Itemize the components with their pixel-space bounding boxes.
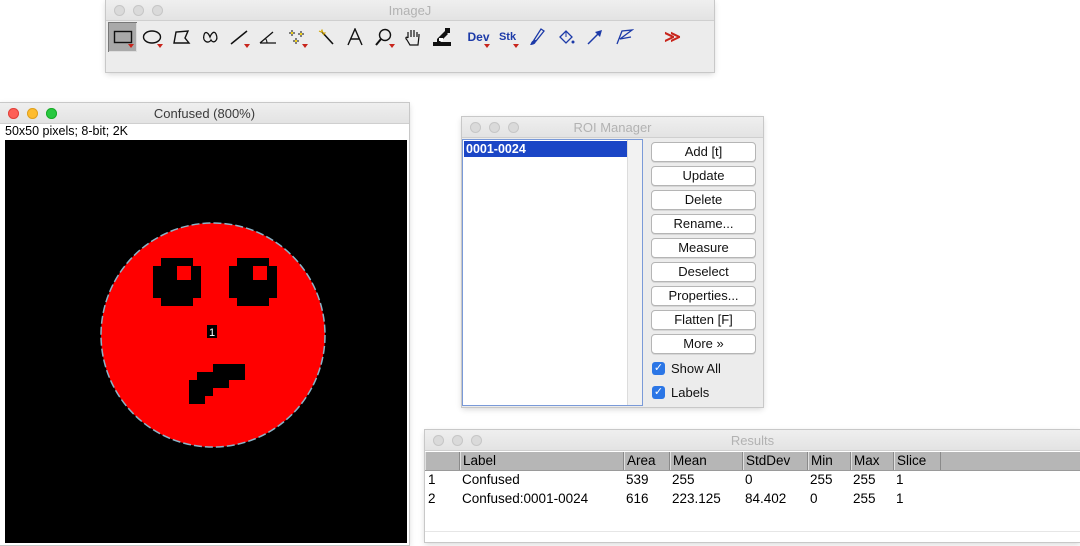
rename-button[interactable]: Rename... <box>651 214 756 234</box>
column-header-min[interactable]: Min <box>808 452 851 470</box>
row-label: Confused <box>462 472 520 487</box>
rectangle-icon <box>113 30 132 44</box>
imagej-titlebar[interactable]: ImageJ <box>106 0 714 21</box>
stk-menu-tool[interactable]: Stk <box>493 22 522 52</box>
image-title: Confused (800%) <box>153 106 256 121</box>
flood-fill-icon <box>558 30 574 44</box>
dev-menu-tool[interactable]: Dev <box>464 22 493 52</box>
roi-manager-window: ROI Manager 0001-0024 Add [t] Update Del… <box>462 117 763 407</box>
left-eye-highlight <box>177 266 191 280</box>
row-label: Confused:0001-0024 <box>462 491 589 506</box>
row-min: 0 <box>810 491 818 506</box>
angle-icon <box>259 31 276 44</box>
line-tool[interactable] <box>224 22 253 52</box>
line-icon <box>230 30 247 45</box>
row-index: 1 <box>428 472 436 487</box>
column-header-area[interactable]: Area <box>624 452 670 470</box>
column-header-stddev[interactable]: StdDev <box>743 452 808 470</box>
image-window: Confused (800%) 50x50 pixels; 8-bit; 2K … <box>0 103 409 545</box>
more-button[interactable]: More » <box>651 334 756 354</box>
column-header-index[interactable] <box>425 452 460 470</box>
row-area: 539 <box>626 472 649 487</box>
roi-manager-title: ROI Manager <box>573 120 652 135</box>
row-max: 255 <box>853 472 876 487</box>
image-canvas[interactable]: 1 <box>5 140 407 543</box>
labels-checkbox[interactable]: ✓ Labels <box>652 385 709 400</box>
toolbar-spacer-2 <box>638 22 658 52</box>
roi-manager-titlebar[interactable]: ROI Manager <box>462 117 763 138</box>
measure-button[interactable]: Measure <box>651 238 756 258</box>
toolbar: Dev Stk ≫ <box>108 22 687 54</box>
row-mean: 223.125 <box>672 491 721 506</box>
image-titlebar[interactable]: Confused (800%) <box>0 103 409 124</box>
checkmark-icon: ✓ <box>652 386 665 399</box>
flatten-button[interactable]: Flatten [F] <box>651 310 756 330</box>
angle-tool[interactable] <box>253 22 282 52</box>
delete-button[interactable]: Delete <box>651 190 756 210</box>
add-button[interactable]: Add [t] <box>651 142 756 162</box>
brush-icon <box>529 28 545 45</box>
show-all-label: Show All <box>671 361 721 376</box>
flood-fill-tool[interactable] <box>551 22 580 52</box>
segmented-line-tool[interactable] <box>609 22 638 52</box>
more-tools-button[interactable]: ≫ <box>658 22 687 52</box>
color-picker-icon <box>432 28 451 46</box>
hand-icon <box>404 30 420 46</box>
oval-icon <box>142 30 161 44</box>
row-stddev: 84.402 <box>745 491 787 506</box>
image-info: 50x50 pixels; 8-bit; 2K <box>5 124 128 138</box>
properties-button[interactable]: Properties... <box>651 286 756 306</box>
zoom-tool[interactable] <box>369 22 398 52</box>
results-title: Results <box>730 433 775 448</box>
multipoint-icon <box>288 30 304 44</box>
row-mean: 255 <box>672 472 695 487</box>
row-slice: 1 <box>896 491 904 506</box>
brush-tool[interactable] <box>522 22 551 52</box>
point-tool[interactable] <box>282 22 311 52</box>
freehand-tool[interactable] <box>195 22 224 52</box>
right-eye-highlight <box>253 266 267 280</box>
row-min: 255 <box>810 472 833 487</box>
imagej-title: ImageJ <box>388 3 432 18</box>
row-index: 2 <box>428 491 436 506</box>
rectangle-tool[interactable] <box>108 22 137 52</box>
magic-wand-icon <box>318 29 334 45</box>
results-titlebar[interactable]: Results <box>425 430 1080 451</box>
row-area: 616 <box>626 491 649 506</box>
roi-label: 1 <box>209 327 215 339</box>
row-max: 255 <box>853 491 876 506</box>
dropper-tool[interactable] <box>427 22 456 52</box>
segmented-line-icon <box>615 29 634 45</box>
polygon-tool[interactable] <box>166 22 195 52</box>
column-header-slice[interactable]: Slice <box>894 452 941 470</box>
polygon-icon <box>172 30 190 44</box>
column-header-mean[interactable]: Mean <box>670 452 743 470</box>
confused-face-image: 1 <box>100 222 326 448</box>
text-tool[interactable] <box>340 22 369 52</box>
roi-list-scrollbar[interactable] <box>627 140 642 405</box>
update-button[interactable]: Update <box>651 166 756 186</box>
arrow-icon <box>586 30 602 45</box>
arrow-tool[interactable] <box>580 22 609 52</box>
show-all-checkbox[interactable]: ✓ Show All <box>652 361 721 376</box>
column-header-max[interactable]: Max <box>851 452 894 470</box>
imagej-window: ImageJ Dev Stk ≫ <box>106 0 714 72</box>
row-stddev: 0 <box>745 472 753 487</box>
column-header-label[interactable]: Label <box>460 452 624 470</box>
labels-label: Labels <box>671 385 710 400</box>
hand-tool[interactable] <box>398 22 427 52</box>
row-slice: 1 <box>896 472 904 487</box>
wand-tool[interactable] <box>311 22 340 52</box>
results-window: Results Label Area Mean StdDev Min Max S… <box>425 430 1080 542</box>
roi-list[interactable]: 0001-0024 <box>462 139 643 406</box>
text-icon <box>346 28 363 46</box>
oval-tool[interactable] <box>137 22 166 52</box>
roi-list-item[interactable]: 0001-0024 <box>464 141 630 157</box>
freehand-icon <box>202 31 217 43</box>
deselect-button[interactable]: Deselect <box>651 262 756 282</box>
checkmark-icon: ✓ <box>652 362 665 375</box>
results-scrollbar[interactable] <box>425 531 1080 540</box>
